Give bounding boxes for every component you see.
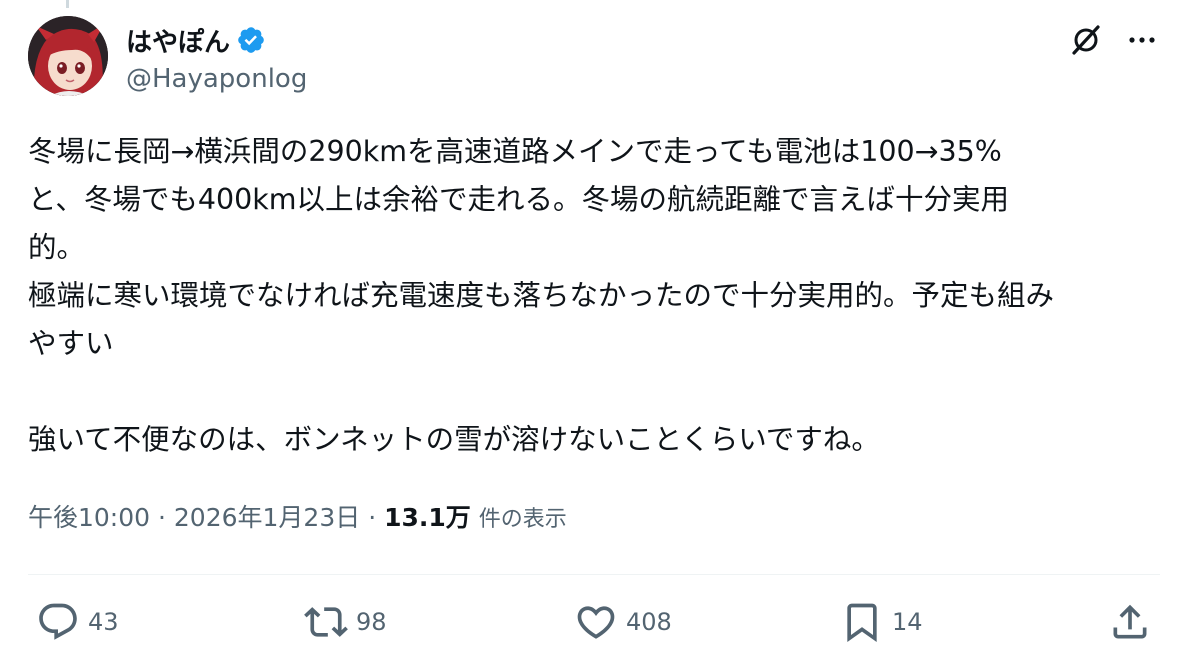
like-button[interactable]: 408 (574, 598, 672, 646)
tweet-meta: 午後10:00 · 2026年1月23日 · 13.1万 件の表示 (28, 498, 567, 538)
reply-button[interactable]: 43 (36, 598, 119, 646)
tweet-date[interactable]: 2026年1月23日 (174, 503, 360, 532)
like-count: 408 (626, 608, 672, 636)
retweet-count: 98 (356, 608, 387, 636)
meta-separator: · (368, 503, 377, 532)
retweet-icon (304, 607, 348, 637)
tweet-header: はやぽん @Hayaponlog (126, 22, 307, 96)
avatar-illustration (28, 16, 108, 96)
views-count[interactable]: 13.1万 (384, 503, 471, 532)
verified-badge-icon[interactable] (236, 25, 266, 55)
views-label: 件の表示 (478, 507, 567, 532)
author-display-name[interactable]: はやぽん (126, 22, 230, 59)
tweet-text: 冬場に長岡→横浜間の290kmを高速道路メインで走っても電池は100→35% と… (28, 135, 1055, 456)
bookmark-button[interactable]: 14 (840, 598, 923, 646)
divider (28, 574, 1160, 575)
bookmark-icon (847, 603, 877, 643)
retweet-button[interactable]: 98 (304, 598, 387, 646)
author-name-row: はやぽん (126, 22, 307, 58)
thread-connector-line (66, 0, 69, 8)
heart-icon (577, 606, 615, 639)
author-handle[interactable]: @Hayaponlog (126, 62, 307, 96)
reply-icon (39, 603, 77, 640)
avatar[interactable] (28, 16, 108, 96)
share-button[interactable] (1108, 598, 1152, 646)
grok-icon[interactable] (1066, 20, 1106, 60)
reply-count: 43 (88, 608, 119, 636)
more-icon[interactable] (1122, 20, 1162, 60)
bookmark-count: 14 (892, 608, 923, 636)
tweet-time[interactable]: 午後10:00 (28, 503, 150, 532)
meta-separator: · (158, 503, 166, 532)
share-icon (1113, 604, 1147, 639)
